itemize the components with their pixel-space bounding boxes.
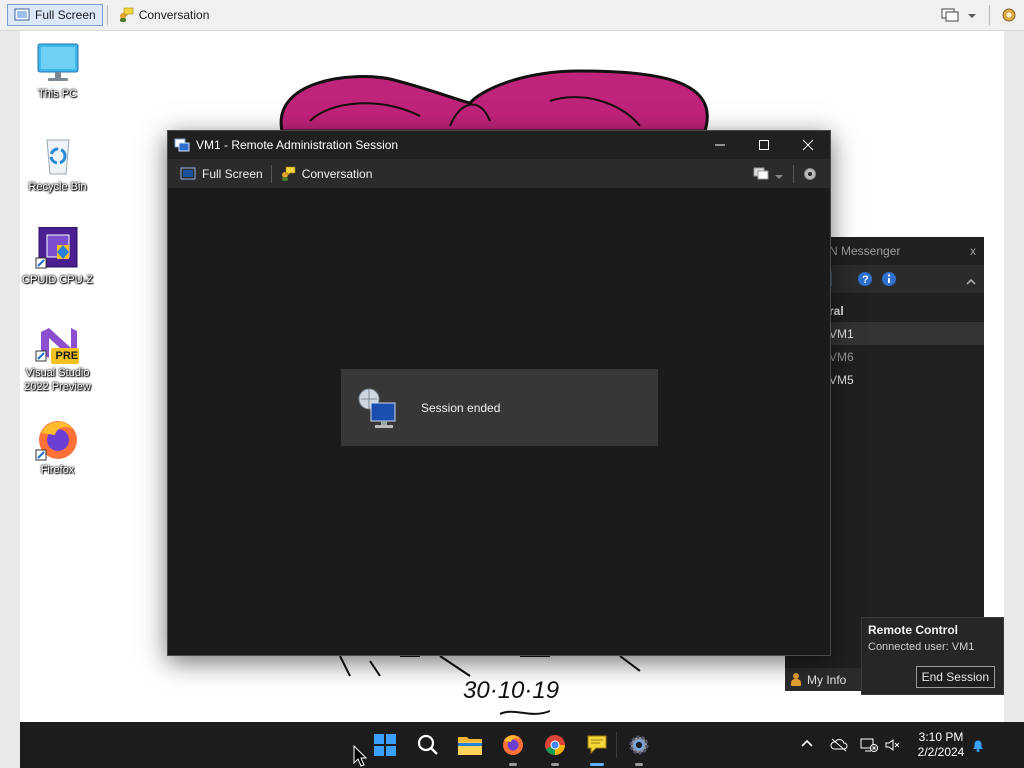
connected-user-text: Connected user: VM1 (868, 641, 975, 653)
notification-bell-icon[interactable] (970, 737, 988, 753)
session-full-screen-button[interactable]: Full Screen (172, 163, 271, 185)
session-settings-icon[interactable] (802, 166, 818, 182)
session-toolbar-divider-2 (793, 164, 794, 183)
host-conversation-label: Conversation (138, 8, 210, 22)
clock-time: 3:10 PM (918, 730, 964, 744)
clock-date: 2/2/2024 (917, 745, 965, 759)
host-toolbar-divider (106, 5, 108, 25)
close-button[interactable] (786, 131, 830, 159)
recycle-bin-icon (35, 134, 81, 178)
host-toolbar: Full Screen Conversation (0, 0, 1024, 31)
volume-muted-icon[interactable] (884, 737, 902, 753)
session-conversation-button[interactable]: Conversation (272, 163, 381, 185)
desktop-icon-cpu-z[interactable]: CPUID CPU-Z (20, 226, 95, 287)
taskbar-chrome[interactable] (540, 730, 570, 766)
taskbar-firefox[interactable] (498, 730, 528, 766)
help-icon[interactable]: ? (857, 271, 873, 287)
mouse-cursor-icon (353, 745, 367, 767)
disconnected-network-icon (357, 385, 401, 431)
cpu-z-icon (35, 226, 81, 271)
session-title: VM1 - Remote Administration Session (196, 138, 399, 152)
taskbar-file-explorer[interactable] (455, 730, 485, 760)
network-disconnected-icon[interactable] (860, 737, 878, 753)
maximize-icon (759, 140, 769, 150)
host-full-screen-label: Full Screen (35, 8, 96, 22)
desktop-icon-recycle-bin[interactable]: Recycle Bin (20, 134, 95, 194)
taskbar-clock[interactable]: 3:10 PM 2/2/2024 (914, 730, 968, 760)
desktop-icon-firefox[interactable]: Firefox (20, 417, 95, 477)
remote-session-app-icon (174, 137, 190, 153)
firefox-icon (35, 417, 81, 461)
host-display-dropdown-icon[interactable] (967, 10, 977, 20)
chrome-icon (545, 735, 566, 756)
host-full-screen-button[interactable]: Full Screen (7, 4, 103, 26)
messenger-close-button[interactable]: x (970, 237, 976, 265)
desktop-icon-label: Firefox (40, 464, 75, 476)
taskbar-settings[interactable] (624, 730, 654, 766)
host-conversation-button[interactable]: Conversation (112, 4, 216, 26)
session-title-bar: VM1 - Remote Administration Session (168, 131, 830, 159)
host-toolbar-divider-2 (989, 5, 990, 25)
remote-control-popup: Remote Control Connected user: VM1 End S… (861, 617, 1004, 695)
ribbon-bow-shape (279, 69, 709, 133)
close-icon (802, 139, 814, 151)
collapse-chevron-icon[interactable] (966, 275, 976, 285)
session-toolbar: Full Screen Conversation (168, 159, 830, 188)
session-conversation-label: Conversation (301, 166, 373, 181)
maximize-button[interactable] (742, 131, 786, 159)
contact-name: VM1 (829, 326, 854, 341)
minimize-icon (715, 144, 725, 146)
folder-icon (458, 737, 482, 755)
host-display-mode-icon[interactable] (941, 7, 959, 23)
tray-overflow-chevron-icon[interactable] (800, 737, 818, 753)
desktop-icon-label: This PC (37, 88, 78, 100)
taskbar: 3:10 PM 2/2/2024 (20, 722, 1024, 768)
remote-administration-session-window[interactable]: VM1 - Remote Administration Session Full… (167, 130, 831, 656)
taskbar-divider (616, 732, 617, 758)
desktop-icon-this-pc[interactable]: This PC (20, 41, 95, 101)
end-session-button[interactable]: End Session (915, 666, 995, 688)
minimize-button[interactable] (698, 131, 742, 159)
session-full-screen-label: Full Screen (202, 166, 263, 181)
firefox-icon (503, 735, 523, 755)
desktop-icon-visual-studio[interactable]: PRE Visual Studio 2022 Preview (20, 320, 95, 394)
desktop-icon-label: Recycle Bin (28, 181, 87, 193)
wallpaper-date: 30·10·19 (463, 677, 559, 704)
desktop-icon-label: Visual Studio 2022 Preview (24, 367, 91, 393)
cloud-offline-icon[interactable] (830, 737, 848, 753)
messenger-chat-icon (587, 735, 607, 755)
session-status-panel: Session ended (341, 369, 658, 446)
visual-studio-badge: PRE (55, 350, 79, 362)
running-indicator (509, 763, 517, 766)
active-indicator (590, 763, 604, 766)
windows-logo-icon (374, 734, 396, 756)
display-mode-icon[interactable] (753, 167, 769, 181)
monitor-icon (35, 41, 81, 85)
search-icon (417, 734, 438, 755)
svg-text:?: ? (862, 274, 869, 286)
desktop-icon-label: CPUID CPU-Z (22, 274, 93, 286)
display-dropdown-icon[interactable] (775, 170, 783, 179)
info-icon[interactable] (881, 271, 897, 287)
contact-name: VM6 (829, 349, 854, 364)
remote-control-title: Remote Control (868, 623, 958, 637)
start-button[interactable] (370, 730, 400, 760)
contact-name: VM5 (829, 372, 854, 387)
conversation-icon (118, 7, 134, 23)
my-info-person-icon (791, 672, 801, 687)
full-screen-icon (180, 167, 196, 181)
visual-studio-icon: PRE (35, 320, 81, 364)
host-settings-icon[interactable] (1000, 6, 1018, 24)
running-indicator (551, 763, 559, 766)
settings-gear-icon (629, 735, 649, 755)
search-button[interactable] (413, 730, 443, 760)
conversation-icon (280, 166, 296, 182)
my-info-label: My Info (807, 672, 847, 687)
taskbar-lan-messenger[interactable] (582, 730, 612, 766)
session-status-message: Session ended (421, 400, 501, 415)
full-screen-icon (14, 8, 30, 22)
running-indicator (635, 763, 643, 766)
